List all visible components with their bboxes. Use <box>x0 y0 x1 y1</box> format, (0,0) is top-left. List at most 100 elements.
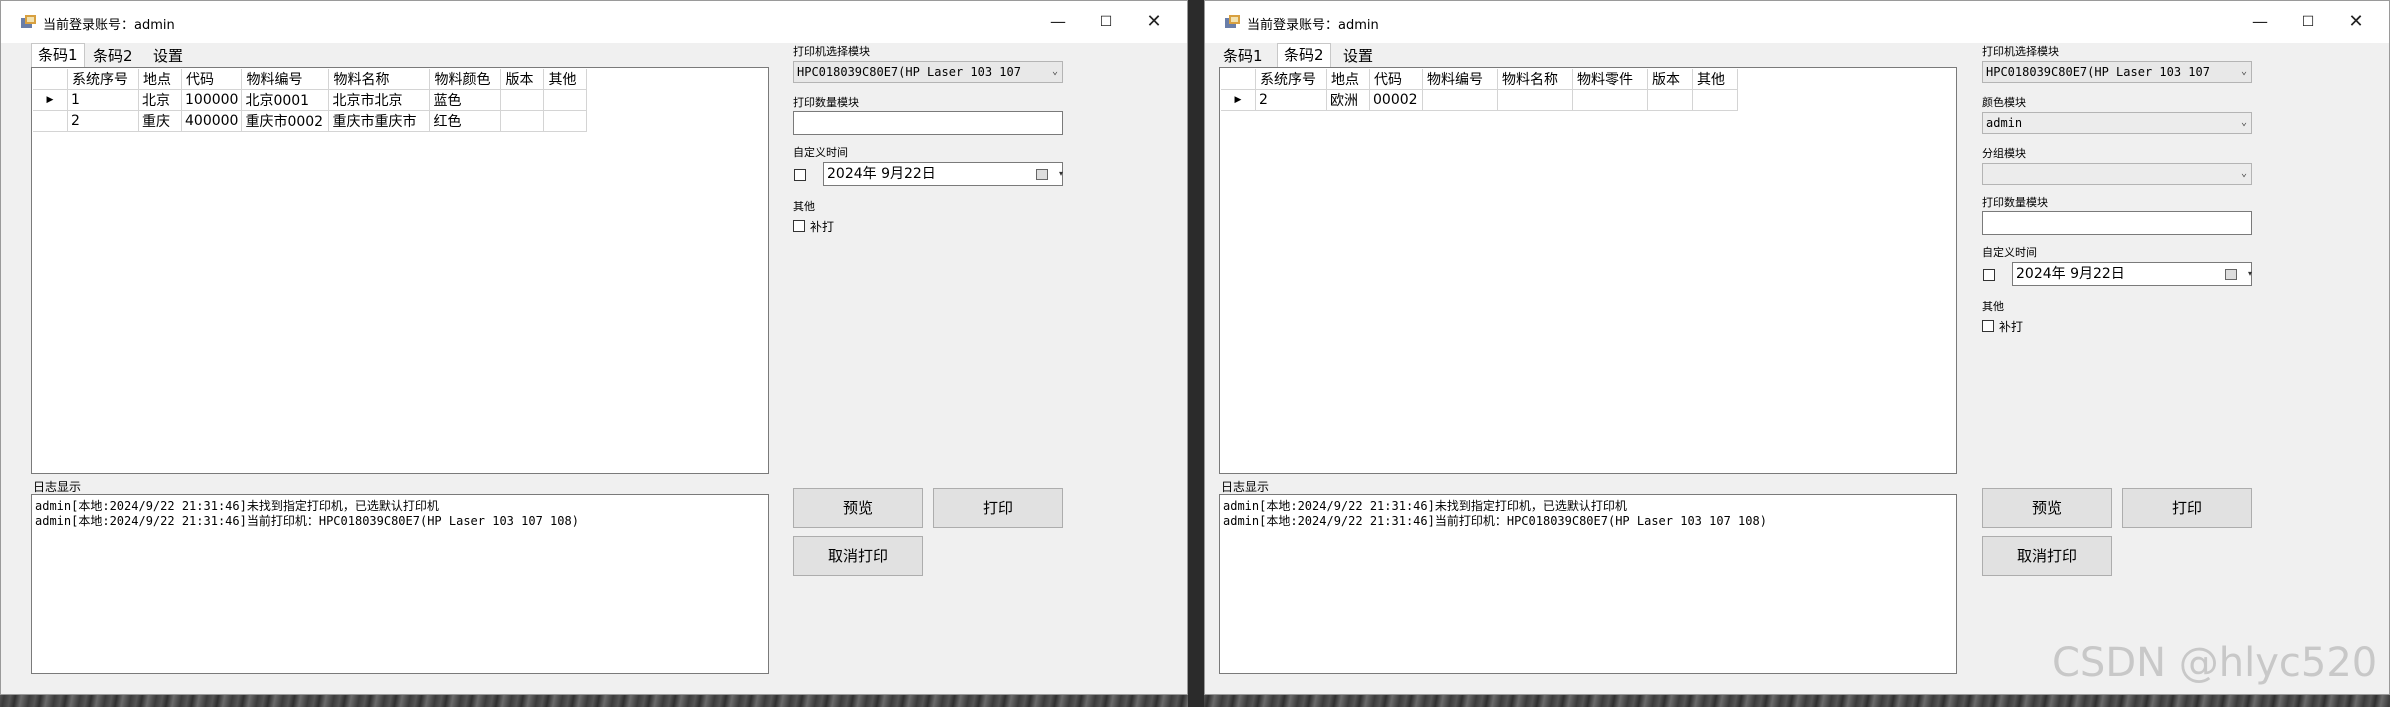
table-cell[interactable] <box>1692 89 1738 111</box>
table-cell[interactable]: 北京0001 <box>241 89 330 111</box>
log-textbox[interactable]: admin[本地:2024/9/22 21:31:46]未找到指定打印机，已选默… <box>31 494 769 674</box>
custom-time-checkbox[interactable] <box>1983 269 1995 281</box>
table-cell[interactable] <box>500 110 545 132</box>
column-header[interactable]: 物料编号 <box>241 69 330 90</box>
table-cell[interactable]: 红色 <box>429 110 502 132</box>
column-header[interactable]: 其他 <box>543 69 588 90</box>
table-cell[interactable]: 重庆市重庆市 <box>328 110 431 132</box>
maximize-button[interactable]: ☐ <box>1083 7 1129 37</box>
column-header[interactable]: 地点 <box>1326 69 1370 90</box>
table-cell[interactable]: 2 <box>67 110 139 132</box>
barcode-table[interactable]: 系统序号 地点 代码 物料编号 物料名称 物料零件 版本 其他 ▶ 2 欧洲 0… <box>1221 69 1738 111</box>
table-header-row: 系统序号 地点 代码 物料编号 物料名称 物料零件 版本 其他 <box>1221 69 1738 90</box>
table-cell[interactable]: 欧洲 <box>1326 89 1370 111</box>
row-indicator-icon[interactable]: ▶ <box>33 89 68 111</box>
log-label: 日志显示 <box>33 480 82 494</box>
maximize-button[interactable]: ☐ <box>2285 7 2331 37</box>
app-window-1: 当前登录账号：admin — ☐ ✕ 条码1 条码2 设置 系统序号 地点 代码… <box>0 0 1188 695</box>
column-header[interactable]: 地点 <box>138 69 182 90</box>
app-icon <box>1225 15 1240 28</box>
table-cell[interactable]: 400000 <box>180 110 243 132</box>
log-textbox[interactable]: admin[本地:2024/9/22 21:31:46]未找到指定打印机，已选默… <box>1219 494 1957 674</box>
custom-time-checkbox[interactable] <box>794 169 806 181</box>
column-header[interactable]: 系统序号 <box>67 69 139 90</box>
qty-label: 打印数量模块 <box>793 96 859 109</box>
table-header-row: 系统序号 地点 代码 物料编号 物料名称 物料颜色 版本 其他 <box>33 69 588 90</box>
table-cell[interactable]: 北京 <box>138 89 182 111</box>
minimize-button[interactable]: — <box>1035 7 1081 37</box>
column-header[interactable]: 物料零件 <box>1572 69 1648 90</box>
column-header[interactable]: 物料名称 <box>1497 69 1573 90</box>
reprint-checkbox[interactable] <box>1982 320 1994 332</box>
date-picker[interactable]: 2024年 9月22日 ▾ <box>823 162 1063 186</box>
tab-settings[interactable]: 设置 <box>151 45 185 66</box>
column-header[interactable]: 其他 <box>1692 69 1738 90</box>
close-button[interactable]: ✕ <box>1131 7 1177 37</box>
table-row[interactable]: ▶ 1 北京 100000 北京0001 北京市北京 蓝色 <box>33 89 588 111</box>
window-title: 当前登录账号：admin <box>43 18 175 33</box>
printer-select-value: HPC018039C80E7(HP Laser 103 107 <box>797 65 1021 79</box>
table-cell[interactable]: 重庆市0002 <box>241 110 330 132</box>
date-picker[interactable]: 2024年 9月22日 ▾ <box>2012 262 2252 286</box>
table-cell[interactable]: 00002 <box>1369 89 1423 111</box>
chevron-down-icon: ▾ <box>2247 269 2252 278</box>
log-line: admin[本地:2024/9/22 21:31:46]未找到指定打印机，已选默… <box>35 499 439 513</box>
column-header[interactable]: 系统序号 <box>1255 69 1327 90</box>
preview-button[interactable]: 预览 <box>1982 488 2112 528</box>
table-cell[interactable]: 北京市北京 <box>328 89 431 111</box>
column-header[interactable]: 版本 <box>500 69 545 90</box>
window-title: 当前登录账号：admin <box>1247 18 1379 33</box>
log-line: admin[本地:2024/9/22 21:31:46]当前打印机：HPC018… <box>35 514 579 528</box>
table-row[interactable]: 2 重庆 400000 重庆市0002 重庆市重庆市 红色 <box>33 110 588 132</box>
table-cell[interactable] <box>500 89 545 111</box>
qty-label: 打印数量模块 <box>1982 196 2048 209</box>
print-button[interactable]: 打印 <box>2122 488 2252 528</box>
close-button[interactable]: ✕ <box>2333 7 2379 37</box>
qty-input[interactable] <box>793 111 1063 135</box>
tab-barcode1[interactable]: 条码1 <box>31 43 85 68</box>
printer-select[interactable]: HPC018039C80E7(HP Laser 103 107 ⌄ <box>793 61 1063 83</box>
table-cell[interactable] <box>1422 89 1498 111</box>
tab-barcode2[interactable]: 条码2 <box>91 45 135 66</box>
minimize-button[interactable]: — <box>2237 7 2283 37</box>
cancel-print-button[interactable]: 取消打印 <box>1982 536 2112 576</box>
row-indicator-icon[interactable] <box>33 110 68 132</box>
column-header[interactable]: 物料名称 <box>328 69 431 90</box>
column-header[interactable]: 代码 <box>1369 69 1423 90</box>
table-row[interactable]: ▶ 2 欧洲 00002 <box>1221 89 1738 111</box>
app-window-2: 当前登录账号：admin — ☐ ✕ 条码1 条码2 设置 系统序号 地点 代码… <box>1204 0 2390 695</box>
tab-strip: 条码1 条码2 设置 <box>31 43 771 68</box>
cancel-print-button[interactable]: 取消打印 <box>793 536 923 576</box>
table-cell[interactable]: 2 <box>1255 89 1327 111</box>
column-header[interactable]: 物料颜色 <box>429 69 502 90</box>
table-cell[interactable] <box>1647 89 1693 111</box>
table-cell[interactable]: 1 <box>67 89 139 111</box>
table-cell[interactable] <box>1572 89 1648 111</box>
chevron-down-icon: ⌄ <box>2240 168 2247 179</box>
column-header[interactable]: 代码 <box>181 69 243 90</box>
column-header[interactable]: 物料编号 <box>1422 69 1498 90</box>
reprint-checkbox[interactable] <box>793 220 805 232</box>
table-cell[interactable]: 蓝色 <box>429 89 502 111</box>
printer-label: 打印机选择模块 <box>793 45 870 58</box>
qty-input[interactable] <box>1982 211 2252 235</box>
print-button[interactable]: 打印 <box>933 488 1063 528</box>
color-select[interactable]: admin ⌄ <box>1982 112 2252 134</box>
reprint-label: 补打 <box>810 220 835 234</box>
table-cell[interactable] <box>1497 89 1573 111</box>
table-cell[interactable] <box>543 110 588 132</box>
table-cell[interactable] <box>543 89 588 111</box>
preview-button[interactable]: 预览 <box>793 488 923 528</box>
tab-settings[interactable]: 设置 <box>1341 45 1375 66</box>
tab-barcode1[interactable]: 条码1 <box>1221 45 1265 66</box>
barcode-grid-panel: 系统序号 地点 代码 物料编号 物料名称 物料零件 版本 其他 ▶ 2 欧洲 0… <box>1219 67 1957 474</box>
printer-select[interactable]: HPC018039C80E7(HP Laser 103 107 ⌄ <box>1982 61 2252 83</box>
barcode-table[interactable]: 系统序号 地点 代码 物料编号 物料名称 物料颜色 版本 其他 ▶ 1 北京 1… <box>33 69 588 132</box>
table-cell[interactable]: 重庆 <box>138 110 182 132</box>
row-indicator-icon[interactable]: ▶ <box>1221 89 1256 111</box>
column-header[interactable]: 版本 <box>1647 69 1693 90</box>
tab-barcode2[interactable]: 条码2 <box>1277 43 1331 68</box>
table-cell[interactable]: 100000 <box>180 89 243 111</box>
custom-time-label: 自定义时间 <box>1982 246 2037 259</box>
group-select[interactable]: ⌄ <box>1982 163 2252 185</box>
